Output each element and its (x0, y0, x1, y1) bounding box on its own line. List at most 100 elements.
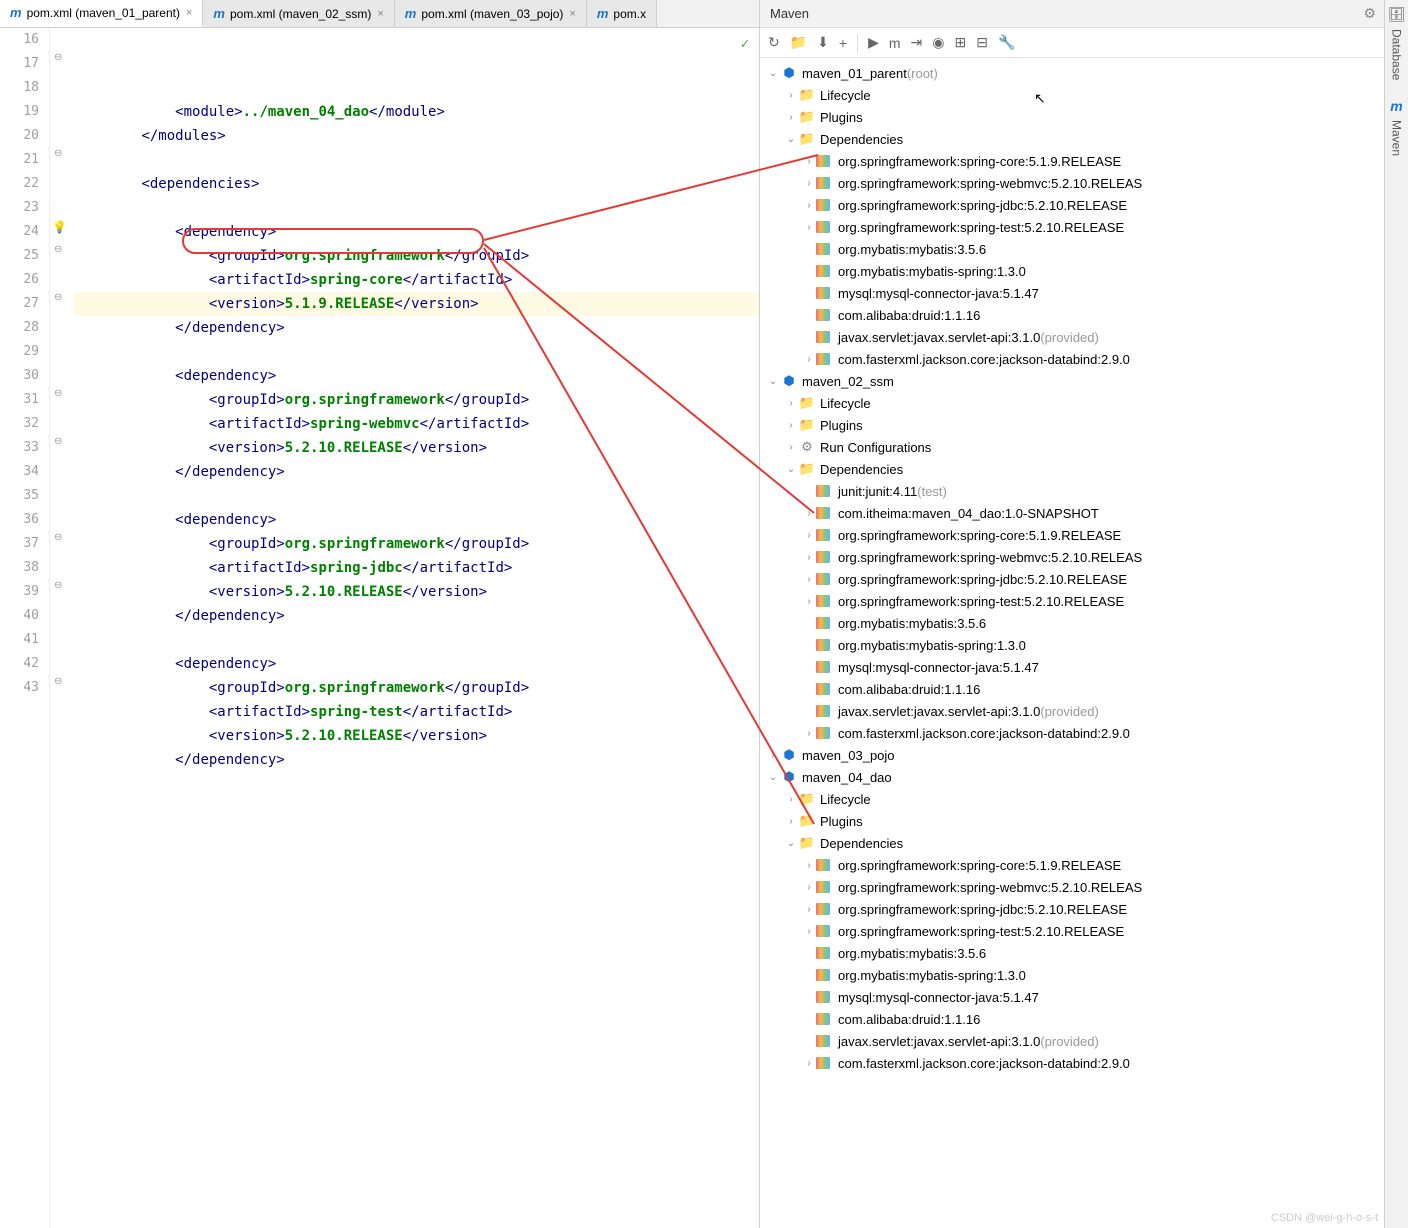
toolbar-button[interactable]: ↻ (768, 34, 780, 51)
code-line-23[interactable]: <artifactId>spring-core</artifactId> (74, 268, 759, 292)
tree-item[interactable]: 📁Dependencies (760, 128, 1408, 150)
expand-icon[interactable] (784, 838, 798, 849)
expand-icon[interactable] (766, 68, 780, 79)
tree-item[interactable]: org.springframework:spring-core:5.1.9.RE… (760, 150, 1408, 172)
code-line-40[interactable]: <groupId>org.springframework</groupId> (74, 676, 759, 700)
code-line-29[interactable]: <artifactId>spring-webmvc</artifactId> (74, 412, 759, 436)
tree-item[interactable]: org.mybatis:mybatis:3.5.6 (760, 612, 1408, 634)
tree-item[interactable]: 📁Dependencies (760, 832, 1408, 854)
close-icon[interactable]: × (377, 8, 383, 20)
tree-item[interactable]: com.alibaba:druid:1.1.16 (760, 304, 1408, 326)
code-line-36[interactable]: <version>5.2.10.RELEASE</version> (74, 580, 759, 604)
expand-icon[interactable] (802, 904, 816, 915)
tree-item[interactable]: org.mybatis:mybatis-spring:1.3.0 (760, 634, 1408, 656)
tree-item[interactable]: 📁Plugins (760, 414, 1408, 436)
tree-item[interactable]: ⚙Run Configurations (760, 436, 1408, 458)
tree-item[interactable]: org.springframework:spring-test:5.2.10.R… (760, 590, 1408, 612)
code-line-32[interactable] (74, 484, 759, 508)
expand-icon[interactable] (802, 574, 816, 585)
tab-0[interactable]: mpom.xml (maven_01_parent)× (0, 0, 203, 27)
fold-icon[interactable]: ⊖ (54, 292, 62, 303)
toolbar-button[interactable]: 📁 (790, 34, 807, 51)
code-line-43[interactable]: </dependency> (74, 748, 759, 772)
fold-icon[interactable]: ⊖ (54, 580, 62, 591)
expand-icon[interactable] (802, 926, 816, 937)
tree-item[interactable]: org.springframework:spring-core:5.1.9.RE… (760, 524, 1408, 546)
code-line-30[interactable]: <version>5.2.10.RELEASE</version> (74, 436, 759, 460)
code-line-28[interactable]: <groupId>org.springframework</groupId> (74, 388, 759, 412)
tree-item[interactable]: org.springframework:spring-test:5.2.10.R… (760, 216, 1408, 238)
code-line-17[interactable]: </modules> (74, 124, 759, 148)
tree-item[interactable]: ⬢maven_02_ssm (760, 370, 1408, 392)
code-line-18[interactable] (74, 148, 759, 172)
toolbar-button[interactable]: ◉ (932, 34, 944, 51)
tree-item[interactable]: com.itheima:maven_04_dao:1.0-SNAPSHOT (760, 502, 1408, 524)
close-icon[interactable]: × (186, 7, 192, 19)
expand-icon[interactable] (802, 178, 816, 189)
expand-icon[interactable] (784, 816, 798, 827)
code-line-19[interactable]: <dependencies> (74, 172, 759, 196)
tree-item[interactable]: org.springframework:spring-webmvc:5.2.10… (760, 876, 1408, 898)
tree-item[interactable]: junit:junit:4.11 (test) (760, 480, 1408, 502)
tree-item[interactable]: com.fasterxml.jackson.core:jackson-datab… (760, 348, 1408, 370)
expand-icon[interactable] (784, 420, 798, 431)
close-icon[interactable]: × (569, 8, 575, 20)
code-line-27[interactable]: <dependency> (74, 364, 759, 388)
tree-item[interactable]: com.fasterxml.jackson.core:jackson-datab… (760, 722, 1408, 744)
tree-item[interactable]: org.mybatis:mybatis:3.5.6 (760, 942, 1408, 964)
tree-item[interactable]: org.mybatis:mybatis:3.5.6 (760, 238, 1408, 260)
fold-icon[interactable]: ⊖ (54, 148, 62, 159)
expand-icon[interactable] (784, 398, 798, 409)
tree-item[interactable]: 📁Lifecycle (760, 84, 1408, 106)
expand-icon[interactable] (802, 596, 816, 607)
expand-icon[interactable] (802, 200, 816, 211)
code-line-26[interactable] (74, 340, 759, 364)
tree-item[interactable]: 📁Plugins (760, 106, 1408, 128)
code-line-42[interactable]: <version>5.2.10.RELEASE</version> (74, 724, 759, 748)
expand-icon[interactable] (784, 112, 798, 123)
code-content[interactable]: ✓ <module>../maven_04_dao</module> </mod… (70, 28, 759, 1228)
tree-item[interactable]: org.springframework:spring-webmvc:5.2.10… (760, 546, 1408, 568)
expand-icon[interactable] (802, 728, 816, 739)
toolbar-button[interactable]: + (839, 35, 847, 51)
toolbar-button[interactable]: ⇥ (911, 34, 923, 51)
expand-icon[interactable] (802, 552, 816, 563)
tree-item[interactable]: javax.servlet:javax.servlet-api:3.1.0 (p… (760, 1030, 1408, 1052)
fold-icon[interactable]: ⊖ (54, 52, 62, 63)
tree-item[interactable]: com.alibaba:druid:1.1.16 (760, 678, 1408, 700)
tree-item[interactable]: org.springframework:spring-jdbc:5.2.10.R… (760, 194, 1408, 216)
tree-item[interactable]: org.springframework:spring-test:5.2.10.R… (760, 920, 1408, 942)
tree-item[interactable]: org.springframework:spring-jdbc:5.2.10.R… (760, 898, 1408, 920)
code-line-33[interactable]: <dependency> (74, 508, 759, 532)
sidebar-maven[interactable]: m Maven (1388, 98, 1406, 162)
toolbar-button[interactable]: ⊞ (955, 34, 967, 51)
warning-icon[interactable]: 💡 (52, 220, 67, 234)
code-line-25[interactable]: </dependency> (74, 316, 759, 340)
tree-item[interactable]: org.springframework:spring-jdbc:5.2.10.R… (760, 568, 1408, 590)
toolbar-button[interactable]: ⊟ (976, 34, 988, 51)
code-line-35[interactable]: <artifactId>spring-jdbc</artifactId> (74, 556, 759, 580)
tree-item[interactable]: javax.servlet:javax.servlet-api:3.1.0 (p… (760, 326, 1408, 348)
settings-icon[interactable]: ⚙ (1363, 5, 1376, 22)
expand-icon[interactable] (802, 860, 816, 871)
expand-icon[interactable] (802, 156, 816, 167)
expand-icon[interactable] (766, 750, 780, 761)
code-line-37[interactable]: </dependency> (74, 604, 759, 628)
fold-icon[interactable]: ⊖ (54, 388, 62, 399)
expand-icon[interactable] (802, 354, 816, 365)
expand-icon[interactable] (766, 376, 780, 387)
tree-item[interactable]: ⬢maven_01_parent (root) (760, 62, 1408, 84)
expand-icon[interactable] (802, 508, 816, 519)
toolbar-button[interactable]: ▶ (868, 34, 879, 51)
fold-icon[interactable]: ⊖ (54, 676, 62, 687)
expand-icon[interactable] (784, 134, 798, 145)
expand-icon[interactable] (802, 222, 816, 233)
tree-item[interactable]: 📁Dependencies (760, 458, 1408, 480)
tree-item[interactable]: org.springframework:spring-webmvc:5.2.10… (760, 172, 1408, 194)
tree-item[interactable]: ⬢maven_03_pojo (760, 744, 1408, 766)
code-line-24[interactable]: <version>5.1.9.RELEASE</version> (74, 292, 759, 316)
expand-icon[interactable] (802, 882, 816, 893)
tree-item[interactable]: com.alibaba:druid:1.1.16 (760, 1008, 1408, 1030)
fold-icon[interactable]: ⊖ (54, 532, 62, 543)
code-line-34[interactable]: <groupId>org.springframework</groupId> (74, 532, 759, 556)
